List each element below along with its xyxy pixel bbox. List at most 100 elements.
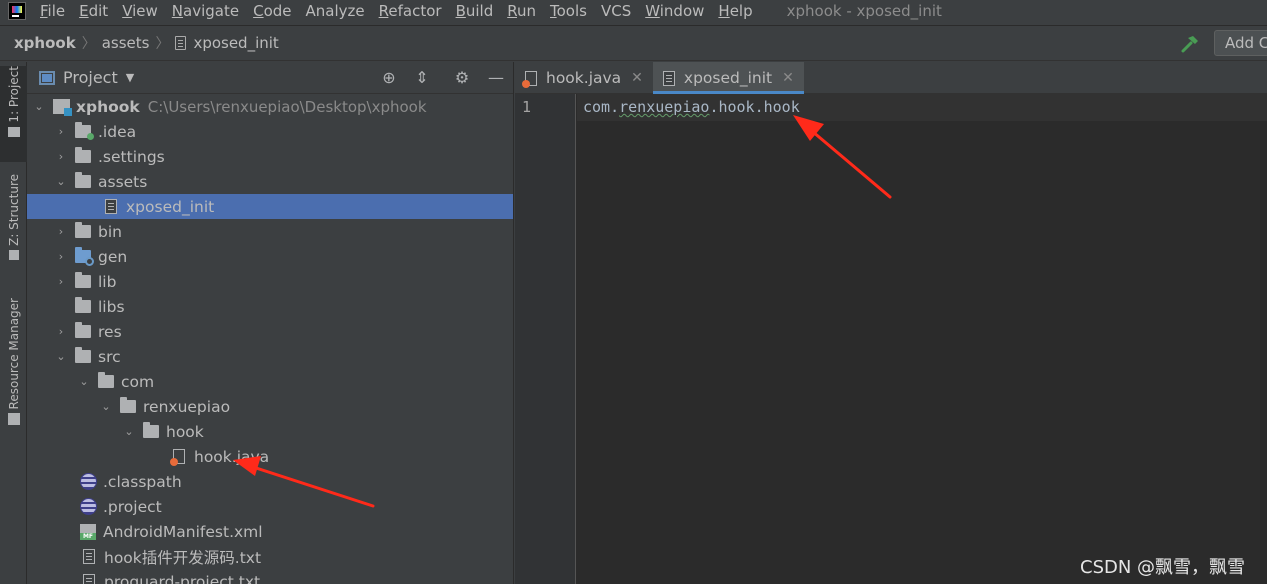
locate-target-icon[interactable]: ⊕ [380, 69, 398, 87]
chevron-right-icon[interactable]: › [55, 250, 67, 263]
folder-icon [75, 322, 91, 338]
chevron-down-icon[interactable]: ⌄ [33, 100, 45, 113]
tab-xposed-init[interactable]: xposed_init ✕ [652, 62, 804, 94]
generated-sources-folder-icon [75, 247, 94, 266]
folder-icon [75, 222, 91, 238]
tree-item-root[interactable]: ⌄ xphook C:\Users\renxuepiao\Desktop\xph… [27, 94, 513, 119]
menu-tools[interactable]: Tools [550, 2, 587, 20]
tree-item-classpath[interactable]: › .classpath [27, 469, 513, 494]
folder-icon [75, 347, 91, 363]
tree-item-settings[interactable]: › .settings [27, 144, 513, 169]
tree-item-gen[interactable]: › gen [27, 244, 513, 269]
structure-tool-button[interactable]: Z: Structure [0, 174, 27, 274]
module-folder-icon [53, 99, 72, 116]
resource-manager-tool-button[interactable]: Resource Manager [0, 298, 27, 440]
minimize-icon[interactable]: — [487, 69, 505, 87]
tree-item-idea[interactable]: › .idea [27, 119, 513, 144]
tree-item-proguard[interactable]: › proguard-project.txt [27, 569, 513, 584]
tree-item-libs[interactable]: › libs [27, 294, 513, 319]
breadcrumb-assets[interactable]: assets [102, 34, 150, 52]
breadcrumb-file[interactable]: xposed_init [175, 34, 279, 52]
project-tool-button[interactable]: 1: Project [0, 66, 27, 162]
tree-item-hook-folder[interactable]: ⌄ hook [27, 419, 513, 444]
tree-item-lib[interactable]: › lib [27, 269, 513, 294]
tree-item-src[interactable]: ⌄ src [27, 344, 513, 369]
tool-window-stripe: 1: Project Z: Structure Resource Manager [0, 62, 27, 584]
structure-icon [8, 249, 19, 260]
tab-hook-java[interactable]: hook.java ✕ [515, 62, 653, 94]
code-line[interactable]: com.renxuepiao.hook.hook [583, 98, 800, 116]
folder-icon [75, 297, 91, 313]
close-icon[interactable]: ✕ [782, 70, 794, 86]
chevron-down-icon[interactable]: ⌄ [123, 425, 135, 438]
caret-down-icon[interactable]: ▼ [126, 71, 134, 84]
folder-icon [75, 122, 94, 140]
text-file-icon [175, 36, 187, 50]
menu-window[interactable]: Window [645, 2, 704, 20]
text-file-icon [662, 70, 675, 86]
close-icon[interactable]: ✕ [631, 70, 643, 86]
project-view-title[interactable]: Project [63, 68, 118, 87]
build-hammer-icon[interactable] [1180, 34, 1200, 54]
eclipse-icon [80, 473, 97, 490]
chevron-right-icon[interactable]: › [55, 325, 67, 338]
tree-item-res[interactable]: › res [27, 319, 513, 344]
intellij-logo-icon [8, 2, 26, 20]
project-panel: Project ▼ ⊕ ⇕ ⚙ — ⌄ xphook C:\Users\renx… [27, 62, 514, 584]
menu-run[interactable]: Run [507, 2, 536, 20]
tree-item-android-manifest[interactable]: › AndroidManifest.xml [27, 519, 513, 544]
gear-icon[interactable]: ⚙ [453, 69, 471, 87]
text-file-icon [105, 199, 117, 214]
tree-item-hook-java[interactable]: › hook.java [27, 444, 513, 469]
tree-item-bin[interactable]: › bin [27, 219, 513, 244]
menu-build[interactable]: Build [456, 2, 494, 20]
folder-icon [120, 397, 136, 413]
chevron-down-icon[interactable]: ⌄ [78, 375, 90, 388]
chevron-right-icon[interactable]: › [55, 150, 67, 163]
editor-area: hook.java ✕ xposed_init ✕ 1 com.renxuepi… [515, 62, 1267, 584]
menu-view[interactable]: View [122, 2, 158, 20]
line-gutter: 1 [515, 94, 576, 584]
menu-file[interactable]: File [40, 2, 65, 20]
tree-item-assets[interactable]: ⌄ assets [27, 169, 513, 194]
folder-icon [98, 372, 114, 388]
chevron-right-icon[interactable]: › [55, 225, 67, 238]
eclipse-icon [80, 498, 97, 515]
chevron-down-icon[interactable]: ⌄ [55, 175, 67, 188]
menu-navigate[interactable]: Navigate [172, 2, 239, 20]
window-title: xphook - xposed_init [786, 2, 942, 20]
chevron-down-icon[interactable]: ⌄ [55, 350, 67, 363]
menu-code[interactable]: Code [253, 2, 291, 20]
menu-refactor[interactable]: Refactor [379, 2, 442, 20]
chevron-right-icon[interactable]: › [55, 275, 67, 288]
tree-item-project-file[interactable]: › .project [27, 494, 513, 519]
chevron-right-icon[interactable]: › [55, 125, 67, 138]
editor-tabs: hook.java ✕ xposed_init ✕ [515, 62, 1267, 94]
add-configuration-button[interactable]: Add C [1214, 30, 1267, 56]
menu-analyze[interactable]: Analyze [306, 2, 365, 20]
manifest-file-icon [80, 523, 96, 540]
folder-icon [7, 126, 20, 137]
folder-icon [75, 147, 91, 163]
menu-bar: File Edit View Navigate Code Analyze Ref… [0, 0, 1267, 22]
java-file-icon [170, 449, 185, 466]
folder-icon [143, 422, 159, 438]
menu-help[interactable]: Help [718, 2, 752, 20]
tree-item-renxuepiao[interactable]: ⌄ renxuepiao [27, 394, 513, 419]
menu-vcs[interactable]: VCS [601, 2, 631, 20]
project-view-icon [39, 70, 55, 85]
breadcrumb-chevron-icon: 〉 [81, 36, 96, 52]
watermark: CSDN @飘雪，飘雪 [1080, 557, 1246, 578]
menu-edit[interactable]: Edit [79, 2, 108, 20]
folder-icon [75, 172, 91, 188]
chevron-down-icon[interactable]: ⌄ [100, 400, 112, 413]
breadcrumb-chevron-icon: 〉 [155, 36, 170, 52]
project-panel-header: Project ▼ ⊕ ⇕ ⚙ — [27, 62, 513, 94]
resource-icon [7, 413, 20, 426]
breadcrumb-project[interactable]: xphook [14, 34, 76, 52]
collapse-all-icon[interactable]: ⇕ [413, 69, 431, 87]
tree-item-com[interactable]: ⌄ com [27, 369, 513, 394]
tree-item-xposed-init[interactable]: › xposed_init [27, 194, 513, 219]
tree-item-hook-txt[interactable]: › hook插件开发源码.txt [27, 544, 513, 569]
folder-icon [75, 272, 91, 288]
